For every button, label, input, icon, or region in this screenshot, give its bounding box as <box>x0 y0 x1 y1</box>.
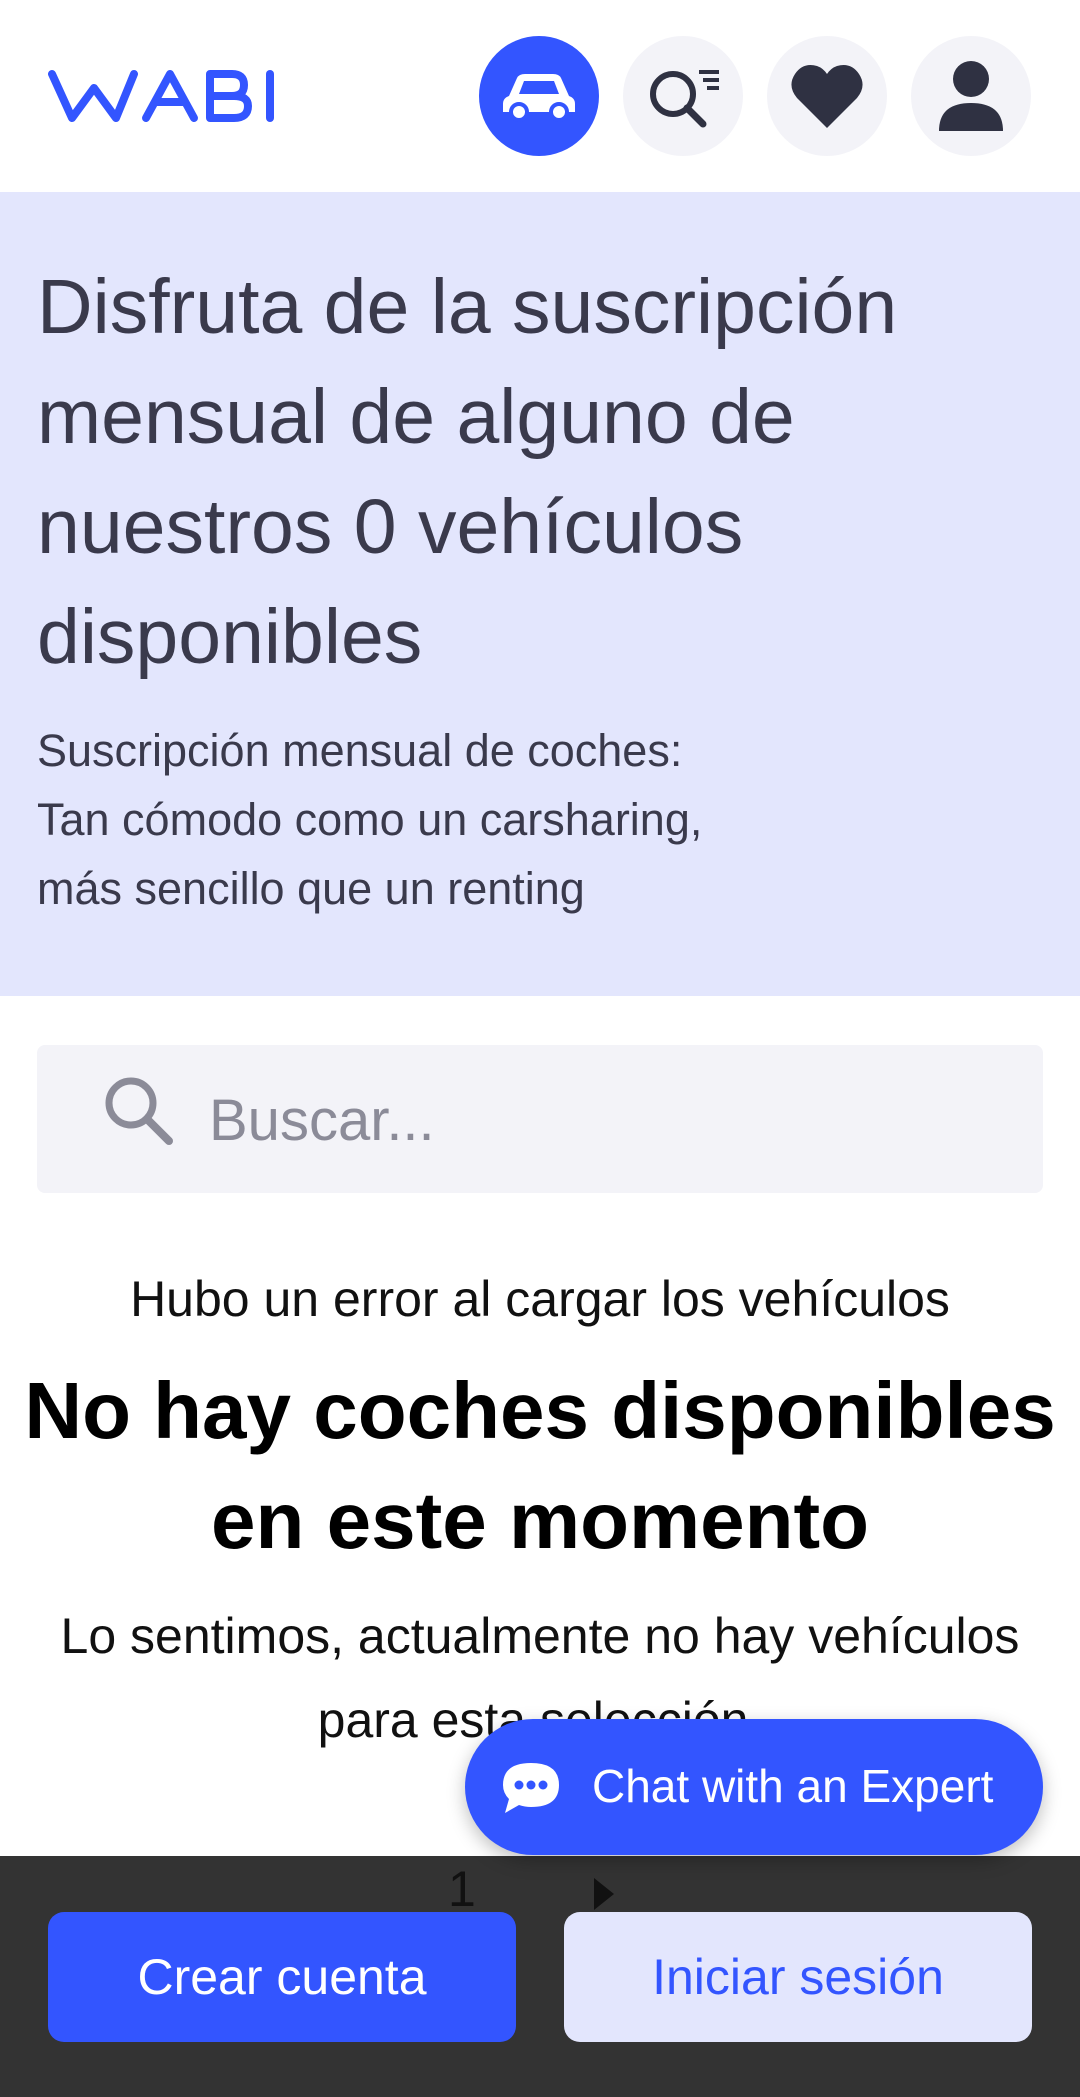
login-button[interactable]: Iniciar sesión <box>564 1912 1032 2042</box>
chat-with-expert-button[interactable]: Chat with an Expert <box>465 1719 1043 1855</box>
top-header <box>0 0 1080 192</box>
nav-search-filter-button[interactable] <box>623 36 743 156</box>
heart-icon <box>791 65 863 128</box>
hero-subtitle-line: Suscripción mensual de coches: <box>37 725 683 776</box>
user-icon <box>939 61 1003 131</box>
car-icon <box>503 74 575 122</box>
wabi-logo-mark <box>48 70 274 122</box>
search-filter-icon <box>650 70 719 128</box>
search-icon <box>101 1073 175 1152</box>
hero-title: Disfruta de la suscripción mensual de al… <box>37 264 898 680</box>
search-input[interactable] <box>207 1075 1011 1165</box>
bottom-auth-bar: 1 Crear cuenta Iniciar sesión <box>0 1856 1080 2097</box>
hero-subtitle-line: Tan cómodo como un carsharing, <box>37 794 703 845</box>
error-message: Hubo un error al cargar los vehículos <box>130 1271 950 1327</box>
create-account-button[interactable]: Crear cuenta <box>48 1912 516 2042</box>
hero-subtitle-line: más sencillo que un renting <box>37 863 585 914</box>
search-bar[interactable] <box>37 1045 1043 1193</box>
nav-profile-button[interactable] <box>911 36 1031 156</box>
hero-subtitle: Suscripción mensual de coches: Tan cómod… <box>37 716 1037 923</box>
empty-state-title: No hay coches disponibles en este moment… <box>24 1366 1056 1565</box>
nav-cars-button[interactable] <box>479 36 599 156</box>
pagination-current-page[interactable]: 1 <box>448 1860 476 1918</box>
chat-label: Chat with an Expert <box>592 1760 994 1812</box>
hero-banner: Disfruta de la suscripción mensual de al… <box>0 192 1080 996</box>
wabi-logo[interactable] <box>48 66 344 131</box>
chat-bubble-icon <box>501 1761 561 1820</box>
nav-favorites-button[interactable] <box>767 36 887 156</box>
pagination-next-icon[interactable] <box>594 1878 614 1910</box>
